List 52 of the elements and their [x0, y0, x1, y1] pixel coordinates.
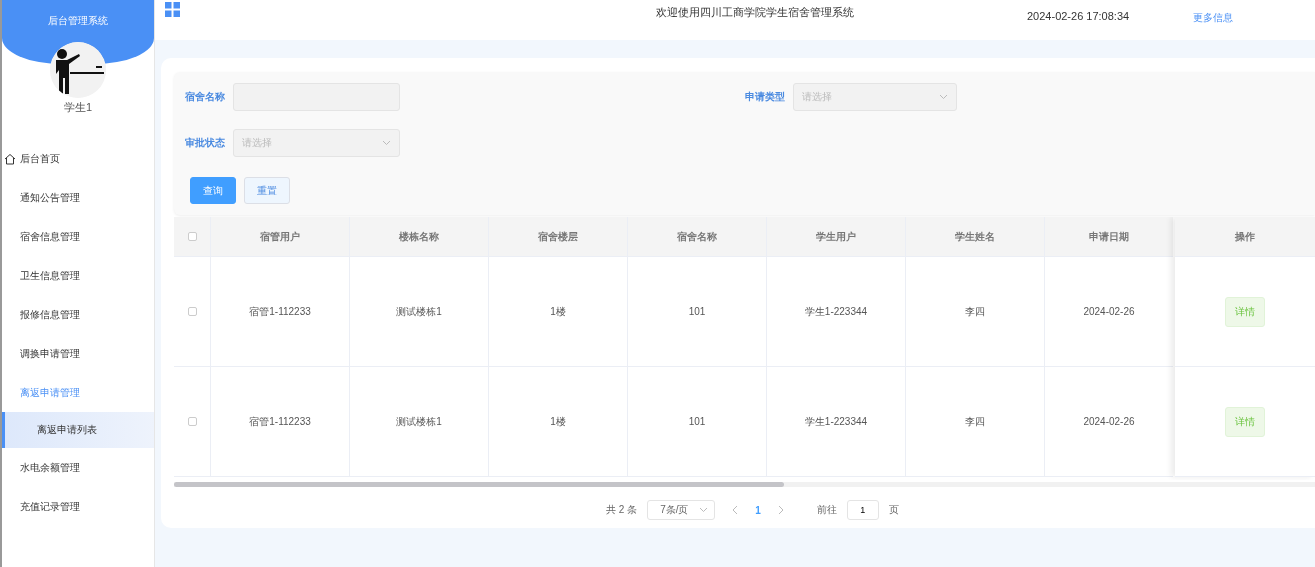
table-cell: 宿管1-112233 — [211, 257, 350, 367]
previous-page-icon[interactable] — [731, 505, 740, 515]
table-cell: 1楼 — [489, 367, 628, 477]
table-cell: 1楼 — [489, 257, 628, 367]
menu-item[interactable]: 水电余额管理 — [2, 448, 154, 487]
checkbox[interactable] — [187, 232, 197, 241]
app-title: 后台管理系统 — [48, 14, 108, 28]
page-input[interactable]: 1 — [846, 500, 879, 520]
column-header: 操作 — [1175, 217, 1315, 257]
horizontal-scrollbar[interactable] — [174, 482, 1315, 487]
menu-item[interactable]: 调换申请管理 — [2, 334, 154, 373]
chevron-down-icon — [382, 140, 391, 146]
table-cell: 宿管1-112233 — [211, 367, 350, 477]
menu-item[interactable]: 通知公告管理 — [2, 178, 154, 217]
menu-item[interactable]: 宿舍信息管理 — [2, 217, 154, 256]
column-header: 宿管用户 — [211, 217, 350, 257]
table-cell: 学生1-223344 — [767, 367, 906, 477]
goto-label: 前往 — [816, 503, 837, 517]
page-suffix: 页 — [888, 503, 899, 517]
user-name: 学生1 — [63, 100, 93, 115]
table-cell: 李四 — [906, 367, 1045, 477]
home-icon — [4, 152, 16, 165]
table-cell: 测试楼栋1 — [350, 257, 489, 367]
table-cell: 101 — [628, 367, 767, 477]
grid-icon[interactable] — [165, 2, 180, 17]
checkbox[interactable] — [187, 307, 197, 316]
submenu-item[interactable]: 离返申请列表 — [2, 412, 154, 448]
field-label: 审批状态 — [185, 136, 225, 150]
field-label: 宿舍名称 — [185, 90, 225, 104]
column-header: 学生姓名 — [906, 217, 1045, 257]
page-title: 欢迎使用四川工商学院学生宿舍管理系统 — [656, 5, 854, 20]
column-header: 宿舍名称 — [628, 217, 767, 257]
column-header: 申请日期 — [1045, 217, 1173, 257]
column-header: 学生用户 — [767, 217, 906, 257]
column-header: 楼栋名称 — [350, 217, 489, 257]
total-count: 共 2 条 — [606, 503, 638, 517]
table-cell: 测试楼栋1 — [350, 367, 489, 477]
next-page-icon[interactable] — [776, 505, 785, 515]
table-cell: 学生1-223344 — [767, 257, 906, 367]
datetime: 2024-02-26 17:08:34 — [1027, 10, 1130, 22]
chevron-down-icon — [939, 94, 948, 100]
menu-item[interactable]: 后台首页 — [2, 139, 154, 178]
field-label: 申请类型 — [745, 90, 785, 104]
checkbox[interactable] — [187, 417, 197, 426]
menu-item[interactable]: 卫生信息管理 — [2, 256, 154, 295]
column-header: 宿舍楼层 — [489, 217, 628, 257]
menu-item[interactable]: 充值记录管理 — [2, 487, 154, 526]
chevron-down-icon — [699, 507, 709, 513]
table-cell: 李四 — [906, 257, 1045, 367]
menu-item[interactable]: 报修信息管理 — [2, 295, 154, 334]
table-cell: 101 — [628, 257, 767, 367]
page-size-select[interactable]: 7条/页 — [647, 500, 716, 520]
